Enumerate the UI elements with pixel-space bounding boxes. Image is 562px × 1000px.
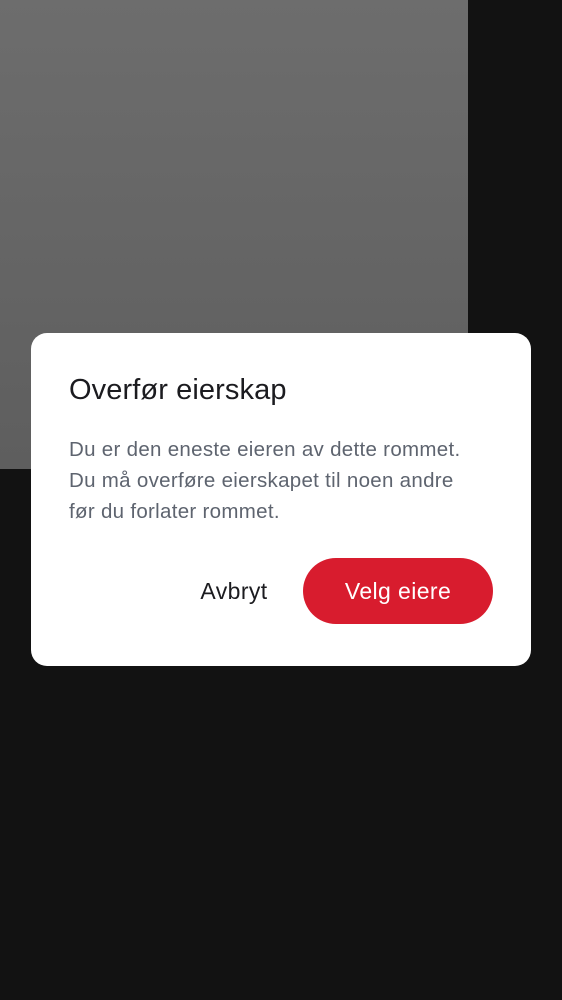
dialog-message-line: Du er den eneste eieren av dette rommet. <box>69 438 461 461</box>
cancel-button[interactable]: Avbryt <box>175 558 293 624</box>
dialog-message-line: før du forlater rommet. <box>69 500 280 523</box>
dialog-message-line: Du må overføre eierskapet til noen andre <box>69 469 454 492</box>
transfer-ownership-dialog: Overfør eierskap Du er den eneste eieren… <box>31 333 531 666</box>
choose-owners-button-label: Velg eiere <box>344 577 452 604</box>
dialog-message: Du er den eneste eieren av dette rommet.… <box>69 434 499 527</box>
cancel-button-label: Avbryt <box>200 577 268 604</box>
choose-owners-button[interactable]: Velg eiere <box>303 558 493 624</box>
dialog-title: Overfør eierskap <box>69 374 287 406</box>
